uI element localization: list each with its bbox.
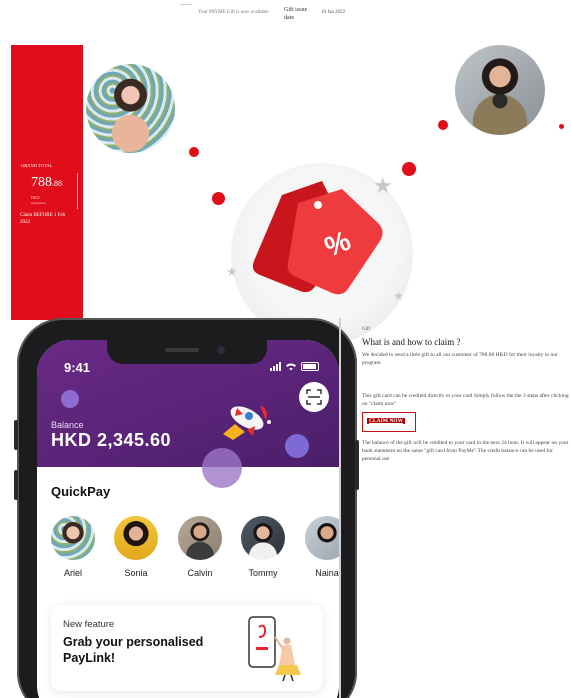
claim-before-text: Claim BEFORE 1 Feb 2022 <box>20 213 66 225</box>
status-icons <box>270 362 319 371</box>
contact-name: Naina <box>315 568 339 578</box>
gift-paragraph: We decided to send a little gift to all … <box>362 352 558 366</box>
gift-issue-date: 10 Jan 2022 <box>321 10 346 15</box>
gift-issue-label: Gift issue date <box>284 7 308 21</box>
amount-cents: .88 <box>52 179 62 188</box>
status-time: 9:41 <box>64 360 91 375</box>
scan-icon <box>306 389 322 405</box>
feature-small-label: New feature <box>63 619 115 630</box>
decor-dot <box>212 192 225 205</box>
gift-paragraph: The balance of the gift will be credited… <box>362 440 569 462</box>
feature-title: Grab your personalised PayLink! <box>63 635 204 665</box>
balance-label: Balance <box>51 420 84 430</box>
avatar <box>86 64 175 153</box>
decor-dot <box>189 147 199 157</box>
phone-notch <box>107 340 267 364</box>
decor-dot <box>402 162 416 176</box>
phone-side-button <box>14 470 18 500</box>
gift-card-strip: GRAND TOTAL 788.88 HKD equivalent Claim … <box>11 45 83 320</box>
contact-item[interactable]: Calvin <box>174 516 226 578</box>
star-icon: ★ <box>226 265 238 280</box>
decor-bubble <box>285 434 309 458</box>
front-camera <box>217 346 225 354</box>
card-divider <box>77 173 78 209</box>
contact-item[interactable]: Naina <box>301 516 339 578</box>
star-icon: ★ <box>373 174 393 199</box>
decor-dot <box>559 124 564 129</box>
avatar <box>305 516 339 560</box>
phone-side-button <box>355 440 359 490</box>
decor-dot <box>438 120 448 130</box>
avatar <box>455 45 545 135</box>
signal-icon <box>270 362 281 371</box>
star-icon: ★ <box>393 289 404 303</box>
contact-item[interactable]: Tommy <box>237 516 289 578</box>
scan-button[interactable] <box>299 382 329 412</box>
grand-total-label: GRAND TOTAL <box>21 163 53 168</box>
amount-main: 788 <box>31 175 52 190</box>
contact-name: Sonia <box>124 568 148 578</box>
battery-icon <box>301 362 319 371</box>
avatar <box>114 516 158 560</box>
currency-note: equivalent <box>31 201 46 205</box>
sender-line: Your PAYME Gift is now available <box>198 10 269 15</box>
header-rule <box>180 4 192 5</box>
app-screen: 9:41 Balance HKD 2,345.60 QuickPay Ariel… <box>37 340 339 698</box>
rocket-icon <box>223 405 267 440</box>
avatar <box>178 516 222 560</box>
feature-card[interactable]: New feature Grab your personalised PayLi… <box>51 605 323 691</box>
balance-value: HKD 2,345.60 <box>51 430 172 450</box>
speaker-grille <box>165 348 199 352</box>
gift-small-label: Gift <box>362 327 371 332</box>
gift-title: What is and how to claim ? <box>362 337 461 347</box>
grand-total-amount: 788.88 <box>31 175 62 191</box>
wifi-icon <box>286 363 296 371</box>
contact-item[interactable]: Sonia <box>110 516 162 578</box>
phone-edge <box>339 318 341 698</box>
paylink-illustration-icon <box>248 616 301 682</box>
contact-name: Tommy <box>248 568 278 578</box>
avatar <box>241 516 285 560</box>
claim-now-button[interactable]: CLAIM NOW <box>367 418 406 424</box>
decor-bubble <box>61 390 79 408</box>
page: Your PAYME Gift is now available Gift is… <box>0 0 571 698</box>
contact-name: Ariel <box>63 568 82 578</box>
gift-paragraph: This gift card can be credited directly … <box>362 393 569 407</box>
contact-item[interactable]: Ariel <box>47 516 99 578</box>
avatar <box>51 516 95 560</box>
contact-name: Calvin <box>187 568 213 578</box>
decor-bubble <box>202 448 242 488</box>
quickpay-title: QuickPay <box>51 484 111 499</box>
phone-side-button <box>14 420 18 450</box>
currency-label: HKD <box>31 195 40 200</box>
